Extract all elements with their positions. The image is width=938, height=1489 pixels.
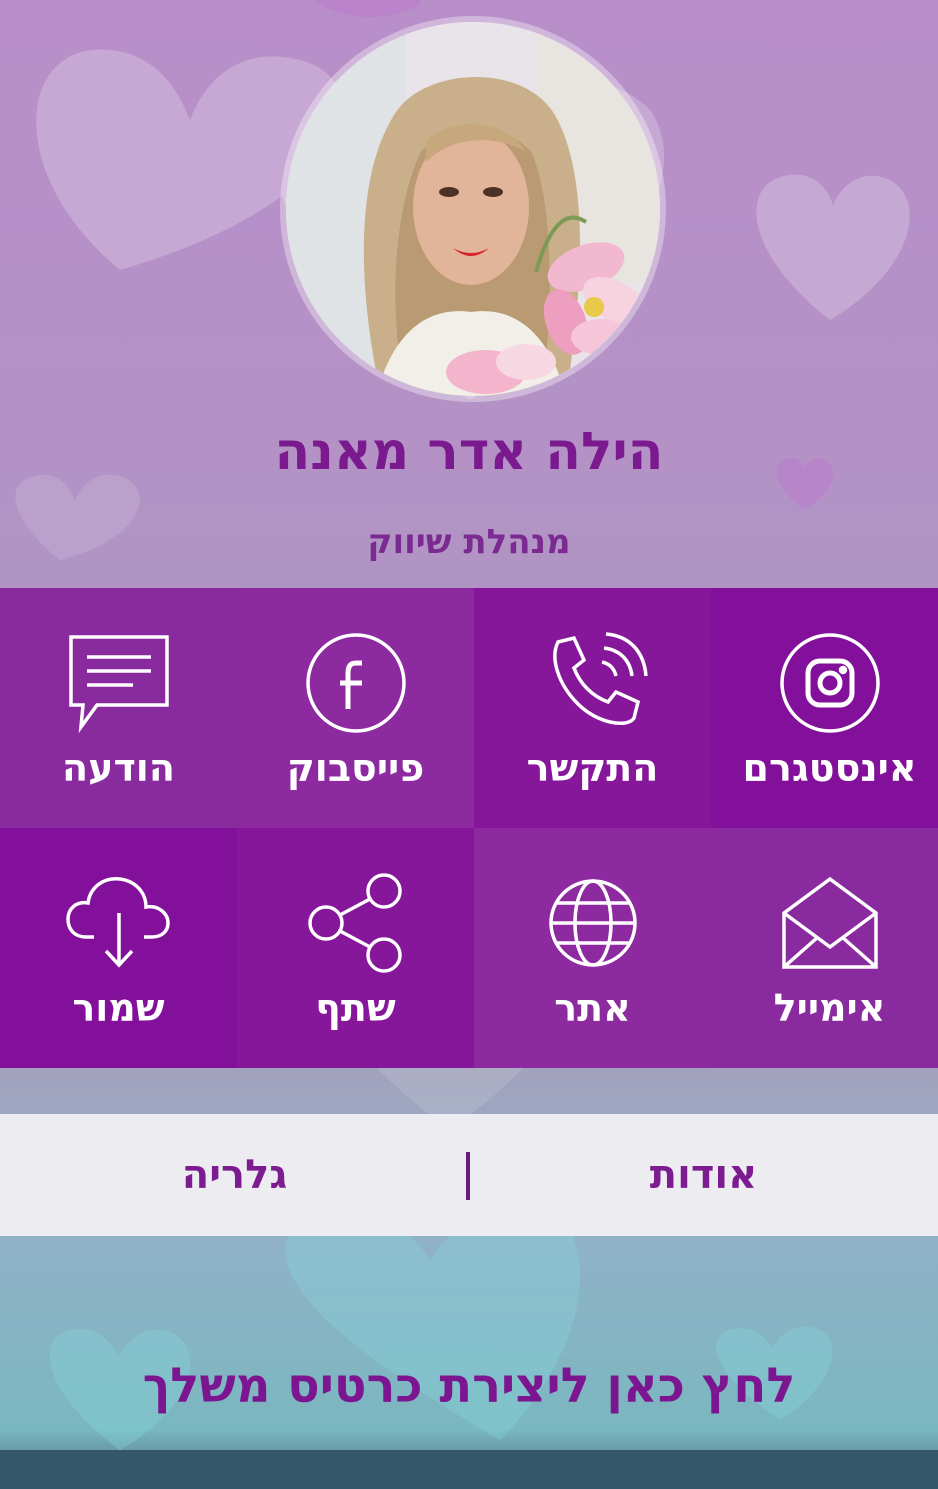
profile-title: מנהלת שיווק [367, 522, 571, 562]
cloud-download-icon [64, 868, 174, 978]
share-icon [301, 868, 411, 978]
save-button[interactable]: שמור [0, 828, 237, 1068]
email-button[interactable]: אימייל [711, 828, 938, 1068]
call-label: התקשר [526, 746, 659, 790]
save-label: שמור [72, 986, 165, 1030]
action-grid: הודעה פייסבוק התקשר אינסטגרם שמור שתף את… [0, 588, 938, 1068]
share-label: שתף [315, 986, 396, 1030]
tabs-divider [466, 1152, 470, 1200]
profile-avatar [286, 22, 660, 396]
avatar-portrait [286, 22, 660, 396]
website-label: אתר [554, 986, 631, 1030]
website-button[interactable]: אתר [474, 828, 711, 1068]
tab-about[interactable]: אודות [469, 1152, 938, 1198]
tab-gallery[interactable]: גלריה [0, 1152, 469, 1198]
globe-icon [538, 868, 648, 978]
instagram-label: אינסטגרם [742, 746, 917, 790]
call-button[interactable]: התקשר [474, 588, 711, 828]
message-label: הודעה [62, 746, 175, 790]
facebook-icon [301, 628, 411, 738]
facebook-label: פייסבוק [286, 746, 425, 790]
business-card-page: הילה אדר מאנה מנהלת שיווק הודעה פייסבוק … [0, 0, 938, 1489]
info-tabs-bar: גלריה אודות [0, 1114, 938, 1236]
profile-name: הילה אדר מאנה [274, 422, 664, 482]
share-button[interactable]: שתף [237, 828, 474, 1068]
message-button[interactable]: הודעה [0, 588, 237, 828]
create-card-link[interactable]: לחץ כאן ליצירת כרטיס משלך [0, 1358, 938, 1414]
instagram-icon [775, 628, 885, 738]
bottom-strip [0, 1450, 938, 1489]
email-label: אימייל [773, 986, 886, 1030]
message-icon [64, 628, 174, 738]
envelope-icon [775, 868, 885, 978]
instagram-button[interactable]: אינסטגרם [711, 588, 938, 828]
phone-icon [538, 628, 648, 738]
facebook-button[interactable]: פייסבוק [237, 588, 474, 828]
